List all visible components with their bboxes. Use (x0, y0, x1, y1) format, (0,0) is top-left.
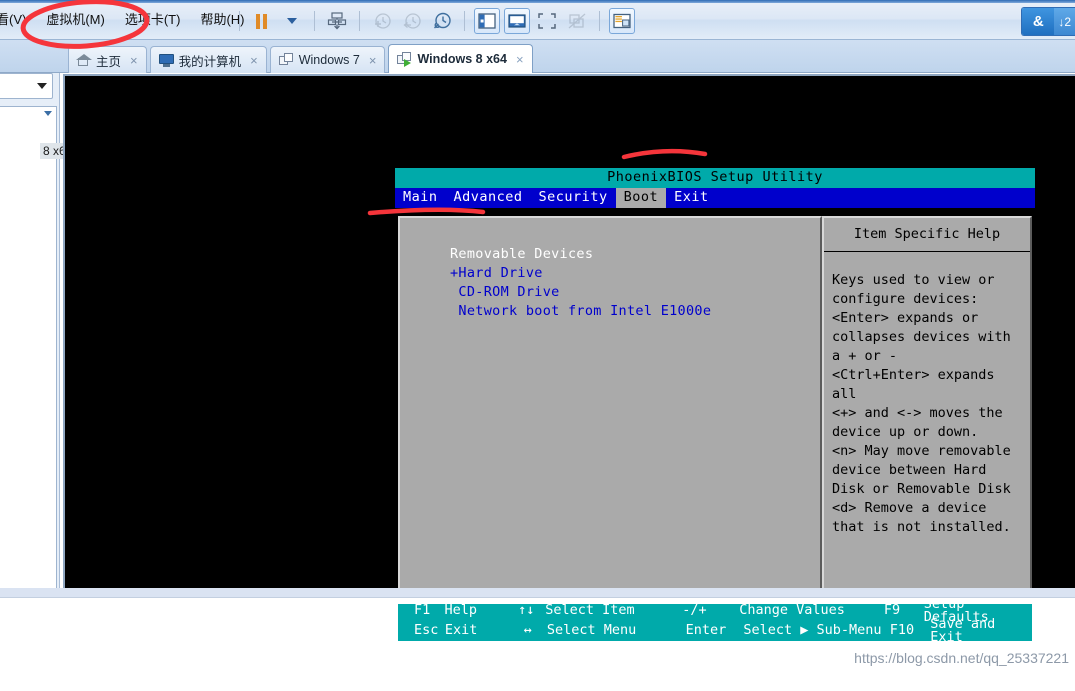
bios-menu-security[interactable]: Security (531, 188, 616, 208)
library-tree-panel[interactable] (0, 106, 57, 604)
bios-body: Removable Devices +Hard Drive CD-ROM Dri… (395, 216, 1035, 691)
close-icon[interactable]: × (250, 53, 258, 68)
menu-view[interactable]: 看(V) (0, 9, 36, 31)
item-specific-help-panel: Item Specific Help Keys used to view or … (822, 216, 1032, 591)
bios-menu-filler (717, 188, 1035, 208)
sidebar-panel-icon (478, 13, 496, 29)
pause-button[interactable] (249, 8, 275, 34)
key-f9: F9 (883, 602, 901, 619)
key-f1-label: Help (444, 602, 477, 619)
tab-label: 主页 (96, 54, 122, 69)
boot-device-list: Removable Devices +Hard Drive CD-ROM Dri… (400, 218, 820, 324)
key-enter-label: Select ▶ Sub-Menu (743, 622, 882, 639)
chevron-down-icon (287, 18, 297, 24)
help-panel-title: Item Specific Help (824, 218, 1030, 252)
tab-label: Windows 8 x64 (417, 52, 507, 66)
vm-icon (278, 53, 294, 67)
preferences-window-icon (613, 13, 631, 29)
toolbar-separator (599, 11, 600, 31)
bios-title: PhoenixBIOS Setup Utility (395, 168, 1035, 188)
tab-strip: 主页 × 我的计算机 × Windows 7 × Windows 8 x64 × (0, 40, 1075, 73)
key-updown: ↑↓ (518, 602, 535, 619)
bios-menu-boot[interactable]: Boot (615, 188, 667, 208)
updates-indicator[interactable]: & ↓2 (1021, 7, 1075, 36)
toolbar-separator (314, 11, 315, 31)
manage-snapshots-button[interactable] (429, 8, 455, 34)
close-icon[interactable]: × (516, 52, 524, 67)
boot-order-panel: Removable Devices +Hard Drive CD-ROM Dri… (398, 216, 822, 591)
toolbar-separator (464, 11, 465, 31)
tab-label: 我的计算机 (178, 54, 242, 69)
close-icon[interactable]: × (130, 53, 138, 68)
bios-key-legend: F1 Help ↑↓ Select Item -/+ Change Values… (398, 597, 1032, 644)
phoenixbios-setup-utility: PhoenixBIOS Setup Utility Main Advanced … (395, 168, 1035, 644)
bios-menu-advanced[interactable]: Advanced (446, 188, 531, 208)
help-line: <Ctrl+Enter> expands (832, 367, 995, 383)
vmware-logo-icon: & (1022, 8, 1055, 35)
console-view-icon (508, 14, 526, 28)
snapshot-icon (327, 12, 347, 30)
snapshot-button[interactable] (324, 8, 350, 34)
tab-label: Windows 7 (298, 53, 360, 67)
take-snapshot-button[interactable] (369, 8, 395, 34)
clock-wrench-icon (434, 12, 451, 29)
main-toolbar (232, 6, 637, 36)
bios-menu-bar: Main Advanced Security Boot Exit (395, 188, 1035, 208)
menu-bar: 看(V) 虚拟机(M) 选项卡(T) 帮助(H) & ↓2 (0, 0, 1075, 40)
chevron-down-icon (37, 83, 47, 89)
clock-back-icon (403, 13, 421, 29)
pause-dropdown[interactable] (279, 8, 305, 34)
blog-watermark: https://blog.csdn.net/qq_25337221 (854, 650, 1069, 666)
tab-windows-7[interactable]: Windows 7 × (269, 46, 386, 73)
show-console-button[interactable] (504, 8, 530, 34)
toolbar-separator (239, 11, 240, 31)
key-leftright-label: Select Menu (546, 622, 637, 639)
vm-running-icon (397, 52, 412, 67)
toolbar-separator (359, 11, 360, 31)
key-f10-label: Save and Exit (930, 615, 996, 645)
fullscreen-button[interactable] (534, 8, 560, 34)
bios-menu-main[interactable]: Main (395, 188, 446, 208)
home-icon (76, 53, 92, 67)
fullscreen-icon (538, 13, 556, 29)
window-bottom-edge (0, 597, 1075, 604)
key-esc: Esc (414, 622, 439, 639)
close-icon[interactable]: × (369, 53, 377, 68)
window-title-accent (0, 0, 1075, 3)
key-legend-row-2: Esc Exit ↔ Select Menu Enter Select ▶ Su… (398, 617, 1032, 644)
boot-item-network-boot[interactable]: Network boot from Intel E1000e (450, 304, 820, 324)
help-panel-body: Keys used to view or configure devices: … (824, 252, 1030, 540)
monitor-icon (158, 53, 174, 67)
unity-mode-disabled-icon (568, 13, 586, 29)
key-updown-label: Select Item (545, 602, 635, 619)
tab-windows-8-x64[interactable]: Windows 8 x64 × (388, 44, 533, 73)
revert-snapshot-button[interactable] (399, 8, 425, 34)
tree-expander-icon[interactable] (44, 111, 52, 116)
pause-icon (256, 13, 268, 29)
bios-menu-exit[interactable]: Exit (666, 188, 717, 208)
vm-console-display[interactable]: PhoenixBIOS Setup Utility Main Advanced … (65, 76, 1075, 666)
tab-list: 主页 × 我的计算机 × Windows 7 × Windows 8 x64 × (68, 43, 536, 73)
key-f10: F10 (889, 622, 915, 639)
preferences-button[interactable] (609, 8, 635, 34)
show-library-button[interactable] (474, 8, 500, 34)
key-minusplus-label: Change Values (739, 602, 845, 619)
tab-home[interactable]: 主页 × (68, 46, 147, 73)
library-filter-combo[interactable]: 进行... (0, 73, 53, 99)
key-f1: F1 (414, 602, 431, 619)
key-esc-label: Exit (444, 622, 478, 639)
menu-virtual-machine[interactable]: 虚拟机(M) (36, 9, 115, 31)
clock-plus-icon (375, 13, 391, 29)
key-minusplus: -/+ (682, 602, 707, 619)
vmware-workstation-window: 看(V) 虚拟机(M) 选项卡(T) 帮助(H) & ↓2 主页 × 我的计算机… (0, 0, 1075, 666)
menu-item-list: 看(V) 虚拟机(M) 选项卡(T) 帮助(H) (0, 9, 255, 31)
download-count-label: ↓2 (1054, 8, 1075, 35)
tab-my-computer[interactable]: 我的计算机 × (149, 46, 267, 73)
key-enter: Enter (685, 622, 727, 639)
help-line: that is not installed. (832, 519, 1011, 535)
key-leftright: ↔ (523, 622, 532, 639)
unity-mode-button[interactable] (564, 8, 590, 34)
menu-tabs[interactable]: 选项卡(T) (115, 9, 191, 31)
library-sidebar: 进行... 8 x64 (0, 73, 76, 604)
